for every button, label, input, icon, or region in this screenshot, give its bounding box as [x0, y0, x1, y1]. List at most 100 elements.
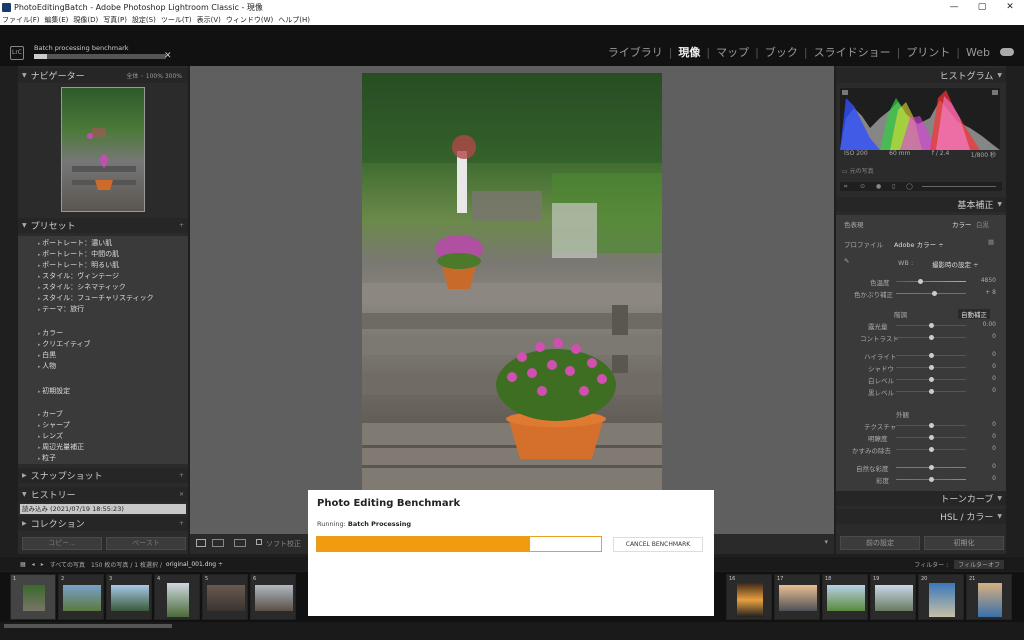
- history-header[interactable]: ▼ ヒストリー ✕: [18, 487, 188, 502]
- collection-header[interactable]: ▶ コレクション +: [18, 516, 188, 531]
- texture-slider[interactable]: [896, 423, 966, 428]
- preset-item[interactable]: ポートレート：明るい肌: [38, 260, 119, 270]
- clarity-slider[interactable]: [896, 435, 966, 440]
- wb-dropdown[interactable]: 撮影時の設定 ÷: [932, 259, 979, 269]
- filmstrip-thumb[interactable]: 1: [10, 574, 56, 620]
- preset-item[interactable]: ポートレート：中間の肌: [38, 249, 119, 259]
- forward-arrow-icon[interactable]: ▸: [41, 561, 44, 568]
- filmstrip-thumb[interactable]: 20: [918, 574, 964, 620]
- softproof-checkbox[interactable]: [256, 539, 262, 545]
- whites-slider[interactable]: [896, 377, 966, 382]
- clarity-knob[interactable]: [929, 435, 934, 440]
- temp-knob[interactable]: [918, 279, 923, 284]
- filmstrip-thumb[interactable]: 17: [774, 574, 820, 620]
- wb-picker-icon[interactable]: ✎: [844, 257, 849, 265]
- dehaze-value[interactable]: 0: [992, 445, 996, 452]
- reset-button[interactable]: 初期化: [924, 536, 1004, 550]
- filmstrip-thumb[interactable]: 4: [154, 574, 200, 620]
- vibrance-value[interactable]: 0: [992, 463, 996, 470]
- photo-preview[interactable]: [362, 73, 662, 493]
- add-collection-icon[interactable]: +: [179, 520, 184, 527]
- whites-knob[interactable]: [929, 377, 934, 382]
- hsl-header[interactable]: HSL / カラー ▼: [836, 509, 1006, 524]
- filmstrip-thumb[interactable]: 16: [726, 574, 772, 620]
- preset-item[interactable]: 粒子: [38, 453, 56, 463]
- tint-slider[interactable]: [896, 291, 966, 296]
- filmstrip-thumb[interactable]: 21: [966, 574, 1012, 620]
- menu-help[interactable]: ヘルプ(H): [278, 15, 310, 25]
- module-print[interactable]: プリント: [906, 44, 950, 60]
- preset-item[interactable]: スタイル：ヴィンテージ: [38, 271, 119, 281]
- vibrance-slider[interactable]: [896, 465, 966, 470]
- preset-item[interactable]: クリエイティブ: [38, 339, 90, 349]
- toolbar-menu-icon[interactable]: ▾: [824, 538, 828, 546]
- tonecurve-header[interactable]: トーンカーブ ▼: [836, 491, 1006, 506]
- exposure-knob[interactable]: [929, 323, 934, 328]
- histogram[interactable]: [840, 88, 1000, 150]
- exposure-value[interactable]: 0.00: [983, 321, 996, 328]
- menu-view[interactable]: 表示(V): [197, 15, 221, 25]
- contrast-knob[interactable]: [929, 335, 934, 340]
- filmstrip-thumb[interactable]: 3: [106, 574, 152, 620]
- highlights-slider[interactable]: [896, 353, 966, 358]
- blacks-knob[interactable]: [929, 389, 934, 394]
- temp-slider[interactable]: [896, 279, 966, 284]
- filmstrip-thumb[interactable]: 19: [870, 574, 916, 620]
- vibrance-knob[interactable]: [929, 465, 934, 470]
- menu-window[interactable]: ウィンドウ(W): [226, 15, 273, 25]
- profile-browser-icon[interactable]: ▦: [988, 238, 994, 246]
- filmstrip-thumb[interactable]: 6: [250, 574, 296, 620]
- preset-item[interactable]: 周辺光量補正: [38, 442, 84, 452]
- shadow-clip-icon[interactable]: [842, 90, 848, 95]
- crop-icon[interactable]: ⌗: [844, 183, 847, 191]
- add-preset-icon[interactable]: +: [179, 222, 184, 229]
- blacks-slider[interactable]: [896, 389, 966, 394]
- saturation-value[interactable]: 0: [992, 475, 996, 482]
- history-entry[interactable]: 読み込み (2021/07/19 18:55:23): [20, 504, 186, 514]
- preset-item[interactable]: テーマ：旅行: [38, 304, 84, 314]
- whites-value[interactable]: 0: [992, 375, 996, 382]
- clear-history-icon[interactable]: ✕: [179, 491, 184, 498]
- temp-value[interactable]: 4850: [981, 277, 996, 284]
- texture-knob[interactable]: [929, 423, 934, 428]
- copy-button[interactable]: コピー...: [22, 537, 102, 550]
- filmstrip-thumb[interactable]: 18: [822, 574, 868, 620]
- cloud-icon[interactable]: [1000, 48, 1014, 56]
- saturation-slider[interactable]: [896, 477, 966, 482]
- histogram-header[interactable]: ヒストグラム ▼: [836, 68, 1006, 83]
- contrast-slider[interactable]: [896, 335, 966, 340]
- blacks-value[interactable]: 0: [992, 387, 996, 394]
- original-photo-label[interactable]: ▭ 元の写真: [842, 166, 874, 175]
- minimize-button[interactable]: —: [940, 2, 968, 12]
- presets-header[interactable]: ▼ プリセット +: [18, 218, 188, 233]
- saturation-knob[interactable]: [929, 477, 934, 482]
- red-eye-icon[interactable]: ●: [876, 183, 881, 190]
- treatment-bw[interactable]: 白黒: [976, 219, 989, 229]
- add-snapshot-icon[interactable]: +: [179, 472, 184, 479]
- exposure-slider[interactable]: [896, 323, 966, 328]
- highlight-clip-icon[interactable]: [992, 90, 998, 95]
- brush-slider[interactable]: [922, 186, 996, 187]
- filmstrip-grid-icon[interactable]: ▦: [20, 561, 26, 568]
- maximize-button[interactable]: ▢: [968, 2, 996, 12]
- spot-removal-icon[interactable]: ⊙: [860, 183, 865, 190]
- cancel-activity-icon[interactable]: ✕: [164, 51, 172, 61]
- basic-header[interactable]: 基本補正 ▼: [836, 197, 1006, 212]
- current-filename[interactable]: original_001.dng ÷: [166, 561, 223, 568]
- module-book[interactable]: ブック: [765, 44, 798, 60]
- preset-item[interactable]: シャープ: [38, 420, 70, 430]
- filmstrip-scrollbar[interactable]: [4, 624, 172, 628]
- shadows-value[interactable]: 0: [992, 363, 996, 370]
- dehaze-knob[interactable]: [929, 447, 934, 452]
- preset-item[interactable]: カラー: [38, 328, 63, 338]
- preset-item[interactable]: 人物: [38, 361, 56, 371]
- navigator-preview[interactable]: [61, 87, 145, 212]
- loupe-view-icon[interactable]: [196, 539, 206, 547]
- preset-item[interactable]: 白黒: [38, 350, 56, 360]
- paste-button[interactable]: ペースト: [106, 537, 186, 550]
- dehaze-slider[interactable]: [896, 447, 966, 452]
- shadows-slider[interactable]: [896, 365, 966, 370]
- module-library[interactable]: ライブラリ: [608, 44, 663, 60]
- menu-settings[interactable]: 設定(S): [132, 15, 156, 25]
- previous-settings-button[interactable]: 前の設定: [840, 536, 920, 550]
